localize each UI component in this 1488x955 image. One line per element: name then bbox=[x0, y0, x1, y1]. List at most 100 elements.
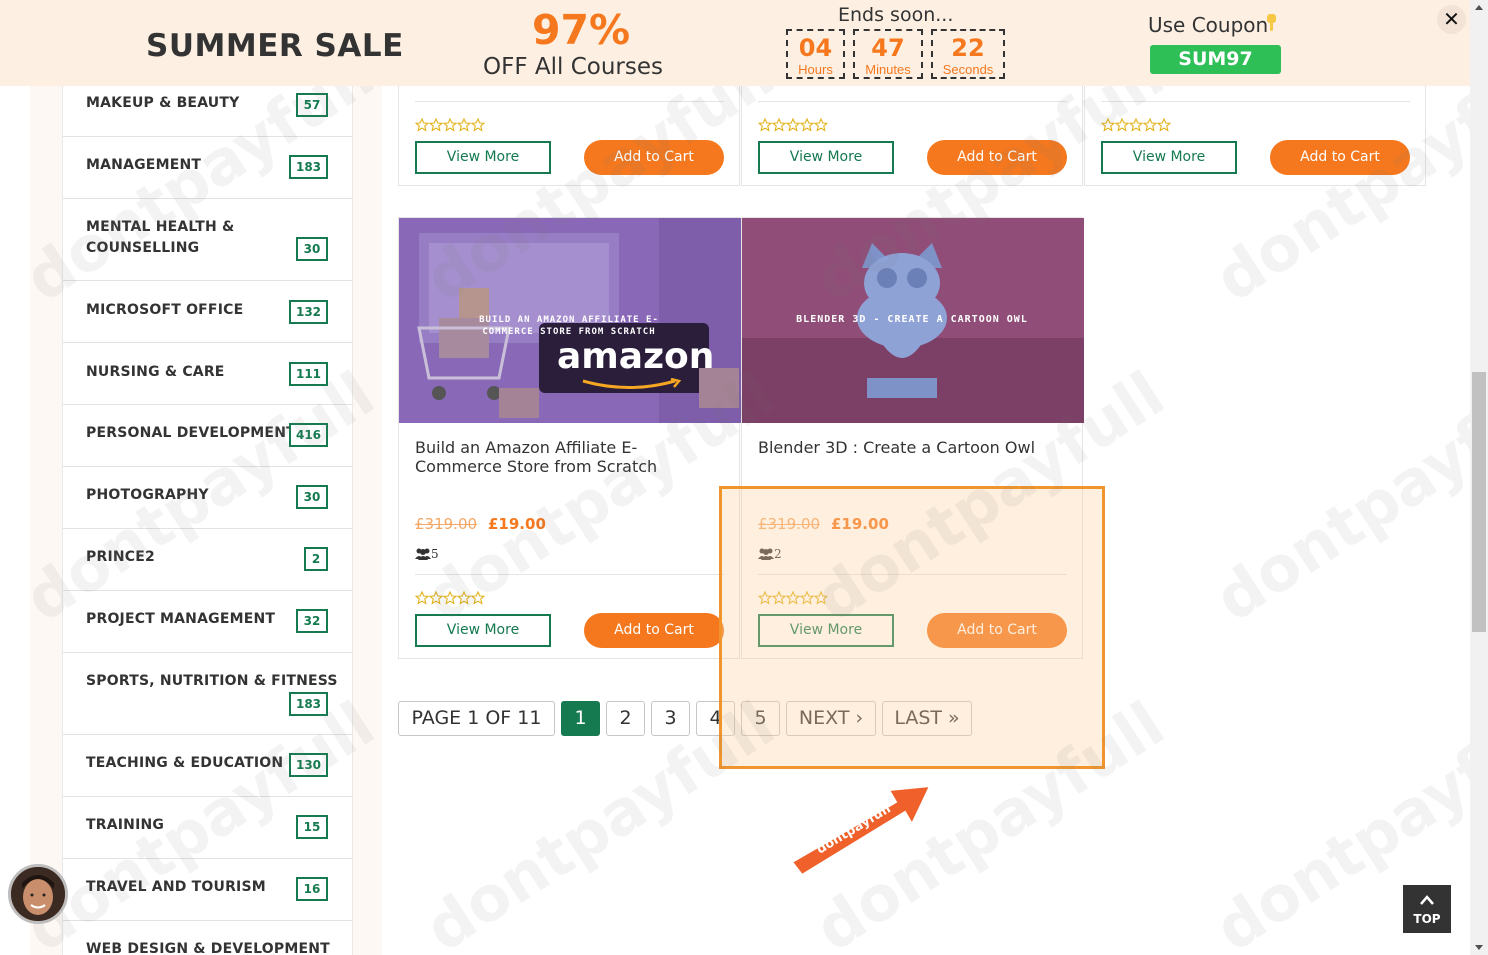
highlight-box bbox=[719, 486, 1105, 769]
back-to-top-button[interactable]: TOP bbox=[1403, 885, 1451, 933]
page-2-button[interactable]: 2 bbox=[606, 701, 645, 736]
view-more-button[interactable]: View More bbox=[415, 614, 551, 647]
course-card-top-1: View More Add to Cart bbox=[398, 70, 740, 186]
category-count: 15 bbox=[296, 815, 328, 839]
category-label: PROJECT MANAGEMENT bbox=[86, 611, 276, 627]
category-item[interactable]: MENTAL HEALTH & COUNSELLING 30 bbox=[63, 199, 352, 281]
category-item[interactable]: PERSONAL DEVELOPMENT 416 bbox=[63, 405, 352, 467]
course-card: BUILD AN AMAZON AFFILIATE E-COMMERCE STO… bbox=[398, 217, 741, 659]
card-divider bbox=[415, 574, 724, 575]
add-to-cart-button[interactable]: Add to Cart bbox=[584, 140, 724, 175]
category-label: PERSONAL DEVELOPMENT bbox=[86, 425, 296, 441]
category-item[interactable]: PROJECT MANAGEMENT 32 bbox=[63, 591, 352, 653]
course-card-top-3: View More Add to Cart bbox=[1084, 70, 1426, 186]
amazon-smile-icon bbox=[582, 378, 682, 389]
category-count: 30 bbox=[296, 485, 328, 509]
countdown-seconds-unit: Seconds bbox=[942, 62, 994, 77]
chat-avatar[interactable] bbox=[8, 864, 68, 924]
card-divider bbox=[415, 101, 724, 102]
page-3-button[interactable]: 3 bbox=[651, 701, 690, 736]
category-item[interactable]: MANAGEMENT 183 bbox=[63, 137, 352, 199]
category-sidebar: MAKEUP & BEAUTY 57 MANAGEMENT 183 MENTAL… bbox=[62, 74, 353, 955]
avatar-face-icon bbox=[11, 867, 65, 921]
sale-price: £19.00 bbox=[488, 515, 546, 533]
category-count: 183 bbox=[289, 692, 328, 716]
card-divider bbox=[1101, 101, 1410, 102]
course-title[interactable]: Build an Amazon Affiliate E-Commerce Sto… bbox=[415, 438, 685, 476]
countdown-seconds-value: 22 bbox=[951, 34, 985, 62]
category-label: PRINCE2 bbox=[86, 549, 155, 565]
pointing-hand-icon bbox=[1267, 14, 1276, 31]
back-to-top-label: TOP bbox=[1413, 912, 1441, 926]
add-to-cart-button[interactable]: Add to Cart bbox=[584, 613, 724, 648]
course-thumbnail-caption: BUILD AN AMAZON AFFILIATE E-COMMERCE STO… bbox=[479, 315, 659, 337]
rating-stars-icon bbox=[1101, 117, 1171, 132]
countdown-hours-value: 04 bbox=[798, 34, 833, 62]
students-count: 5 bbox=[431, 547, 439, 561]
category-label: MENTAL HEALTH & bbox=[86, 219, 235, 235]
close-banner-button[interactable]: ✕ bbox=[1437, 5, 1466, 34]
category-count: 16 bbox=[296, 877, 328, 901]
category-item[interactable]: PRINCE2 2 bbox=[63, 529, 352, 591]
view-more-button[interactable]: View More bbox=[758, 141, 894, 174]
view-more-button[interactable]: View More bbox=[415, 141, 551, 174]
countdown-seconds: 22 Seconds bbox=[931, 29, 1005, 79]
category-label: SPORTS, NUTRITION & FITNESS bbox=[86, 673, 338, 689]
rating-stars-icon bbox=[415, 590, 485, 605]
summer-sale-banner: SUMMER SALE 97% OFF All Courses Ends soo… bbox=[0, 0, 1470, 86]
category-count: 32 bbox=[296, 609, 328, 633]
category-count: 130 bbox=[289, 753, 328, 777]
category-label: TRAVEL AND TOURISM bbox=[86, 879, 266, 895]
page-1-button[interactable]: 1 bbox=[561, 701, 600, 736]
category-item[interactable]: NURSING & CARE 111 bbox=[63, 343, 352, 405]
category-label: NURSING & CARE bbox=[86, 364, 225, 380]
original-price: £319.00 bbox=[415, 515, 478, 533]
category-count: 111 bbox=[289, 362, 328, 386]
rating-stars-icon bbox=[758, 117, 828, 132]
category-label: PHOTOGRAPHY bbox=[86, 487, 209, 503]
category-count: 416 bbox=[289, 423, 328, 447]
add-to-cart-button[interactable]: Add to Cart bbox=[1270, 140, 1410, 175]
category-item[interactable]: TRAINING 15 bbox=[63, 797, 352, 859]
category-count: 132 bbox=[289, 300, 328, 324]
category-item[interactable]: TRAVEL AND TOURISM 16 bbox=[63, 859, 352, 921]
scrollbar-thumb[interactable] bbox=[1472, 372, 1486, 632]
category-count: 57 bbox=[296, 93, 328, 117]
category-count: 183 bbox=[289, 155, 328, 179]
coupon-code[interactable]: SUM97 bbox=[1150, 45, 1281, 74]
scroll-up-arrow[interactable] bbox=[1473, 2, 1485, 14]
sale-title: SUMMER SALE bbox=[146, 28, 404, 64]
course-thumbnail-logo: amazon bbox=[557, 336, 715, 377]
category-label: MICROSOFT OFFICE bbox=[86, 302, 244, 318]
watermark: dontpayfull bbox=[1202, 357, 1488, 636]
countdown-minutes-unit: Minutes bbox=[865, 62, 911, 77]
pagination-summary: PAGE 1 OF 11 bbox=[398, 701, 555, 736]
add-to-cart-button[interactable]: Add to Cart bbox=[927, 140, 1067, 175]
course-title[interactable]: Blender 3D : Create a Cartoon Owl bbox=[758, 438, 1058, 457]
discount-percent: 97% bbox=[532, 6, 631, 54]
rating-stars-icon bbox=[415, 117, 485, 132]
view-more-button[interactable]: View More bbox=[1101, 141, 1237, 174]
card-divider bbox=[758, 101, 1067, 102]
countdown-hours: 04 Hours bbox=[786, 29, 845, 79]
category-label: MAKEUP & BEAUTY bbox=[86, 95, 240, 111]
use-coupon-label: Use Coupon bbox=[1148, 13, 1269, 37]
scroll-down-arrow[interactable] bbox=[1473, 941, 1485, 953]
category-label: TEACHING & EDUCATION bbox=[86, 755, 284, 771]
page: SUMMER SALE 97% OFF All Courses Ends soo… bbox=[0, 0, 1488, 955]
countdown-minutes: 47 Minutes bbox=[853, 29, 923, 79]
category-count: 30 bbox=[296, 237, 328, 261]
category-item[interactable]: SPORTS, NUTRITION & FITNESS 183 bbox=[63, 653, 352, 735]
category-item[interactable]: TEACHING & EDUCATION 130 bbox=[63, 735, 352, 797]
countdown-minutes-value: 47 bbox=[871, 34, 905, 62]
category-label: TRAINING bbox=[86, 817, 165, 833]
category-item[interactable]: PHOTOGRAPHY 30 bbox=[63, 467, 352, 529]
category-item[interactable]: MICROSOFT OFFICE 132 bbox=[63, 281, 352, 343]
students-icon bbox=[415, 548, 431, 560]
category-label: WEB DESIGN & DEVELOPMENT bbox=[86, 941, 330, 955]
category-label: MANAGEMENT bbox=[86, 157, 202, 173]
chevron-up-icon bbox=[1420, 895, 1434, 905]
category-item[interactable]: WEB DESIGN & DEVELOPMENT bbox=[63, 921, 352, 955]
countdown-hours-unit: Hours bbox=[798, 62, 833, 77]
ends-soon-label: Ends soon... bbox=[838, 4, 954, 26]
